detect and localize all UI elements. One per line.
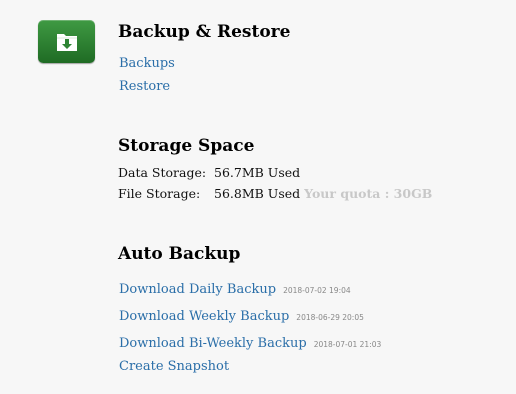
file-storage-value: 56.8MB Used [214,186,301,201]
biweekly-backup-timestamp: 2018-07-01 21:03 [313,340,382,349]
storage-section: Storage Space Data Storage: 56.7MB Used F… [118,136,432,201]
download-daily-backup-link[interactable]: Download Daily Backup [119,282,276,297]
daily-backup-timestamp: 2018-07-02 19:04 [283,286,351,295]
download-weekly-backup-link[interactable]: Download Weekly Backup [119,309,289,324]
download-folder-icon [57,34,77,51]
weekly-backup-row: Download Weekly Backup 2018-06-29 20:05 [119,305,381,325]
file-storage-row: File Storage: 56.8MB Used Your quota : 30… [118,186,432,201]
data-storage-row: Data Storage: 56.7MB Used [118,165,432,180]
download-biweekly-backup-link[interactable]: Download Bi-Weekly Backup [119,336,307,351]
restore-link[interactable]: Restore [119,79,290,95]
backup-restore-heading: Backup & Restore [118,22,291,42]
auto-backup-section: Auto Backup Download Daily Backup 2018-07… [118,244,381,375]
file-storage-label: File Storage: [118,186,201,201]
auto-backup-heading: Auto Backup [118,244,241,264]
weekly-backup-timestamp: 2018-06-29 20:05 [296,313,364,322]
data-storage-label: Data Storage: [118,165,207,180]
biweekly-backup-row: Download Bi-Weekly Backup 2018-07-01 21:0… [119,332,381,352]
data-storage-value: 56.7MB Used [214,165,301,180]
storage-heading: Storage Space [118,136,255,156]
quota-text: Your quota : 30GB [304,186,433,201]
backup-restore-section: Backup & Restore Backups Restore [118,22,290,95]
backup-app-icon [38,20,95,63]
daily-backup-row: Download Daily Backup 2018-07-02 19:04 [119,278,381,298]
backups-link[interactable]: Backups [119,56,290,72]
create-snapshot-link[interactable]: Create Snapshot [119,359,381,375]
